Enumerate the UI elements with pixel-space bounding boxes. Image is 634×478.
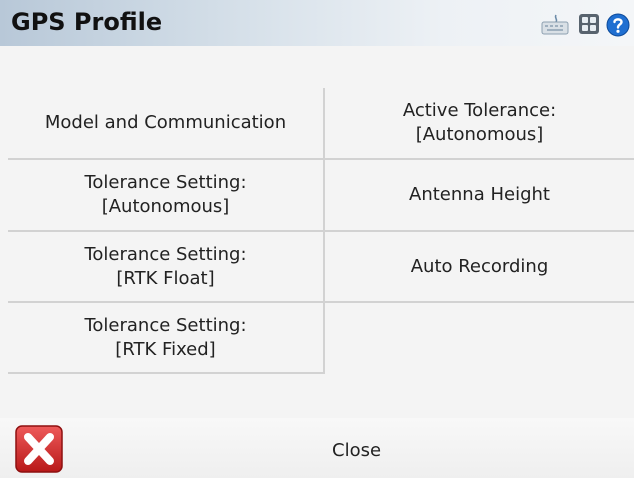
help-icon[interactable] [606,13,630,41]
close-button-label[interactable]: Close [332,440,381,461]
button-label-line-1: Auto Recording [410,255,549,277]
window-title: GPS Profile [11,8,163,36]
auto-recording-button[interactable]: Auto Recording [325,232,634,303]
button-label-line-1: Active Tolerance: [402,100,557,121]
close-icon[interactable] [14,424,64,474]
button-label-line-1: Tolerance Setting: [84,172,247,193]
title-bar: GPS Profile [0,0,634,46]
button-label-line-1: Tolerance Setting: [84,314,247,336]
empty-cell [325,303,634,374]
tolerance-setting-rtk-float-button[interactable]: Tolerance Setting: [RTK Float] [8,232,325,303]
button-label-line-1: Antenna Height [409,184,550,205]
button-label-line-1: Model and Communication [44,112,287,133]
active-tolerance-button[interactable]: Active Tolerance: [Autonomous] [325,88,634,160]
tolerance-setting-rtk-fixed-button[interactable]: Tolerance Setting: [RTK Fixed] [8,303,325,374]
menu-grid: Model and Communication Active Tolerance… [8,88,634,374]
grid-icon[interactable] [578,13,600,39]
tolerance-setting-autonomous-button[interactable]: Tolerance Setting: [Autonomous] [8,160,325,232]
button-label-line-2: [RTK Float] [116,267,215,289]
keyboard-icon[interactable] [540,13,570,41]
button-label-line-2: [Autonomous] [415,124,544,145]
button-label-line-2: [Autonomous] [101,196,230,217]
model-and-communication-button[interactable]: Model and Communication [8,88,325,160]
button-label-line-1: Tolerance Setting: [84,243,247,265]
button-label-line-2: [RTK Fixed] [115,338,216,360]
bottom-bar [0,418,634,478]
antenna-height-button[interactable]: Antenna Height [325,160,634,232]
